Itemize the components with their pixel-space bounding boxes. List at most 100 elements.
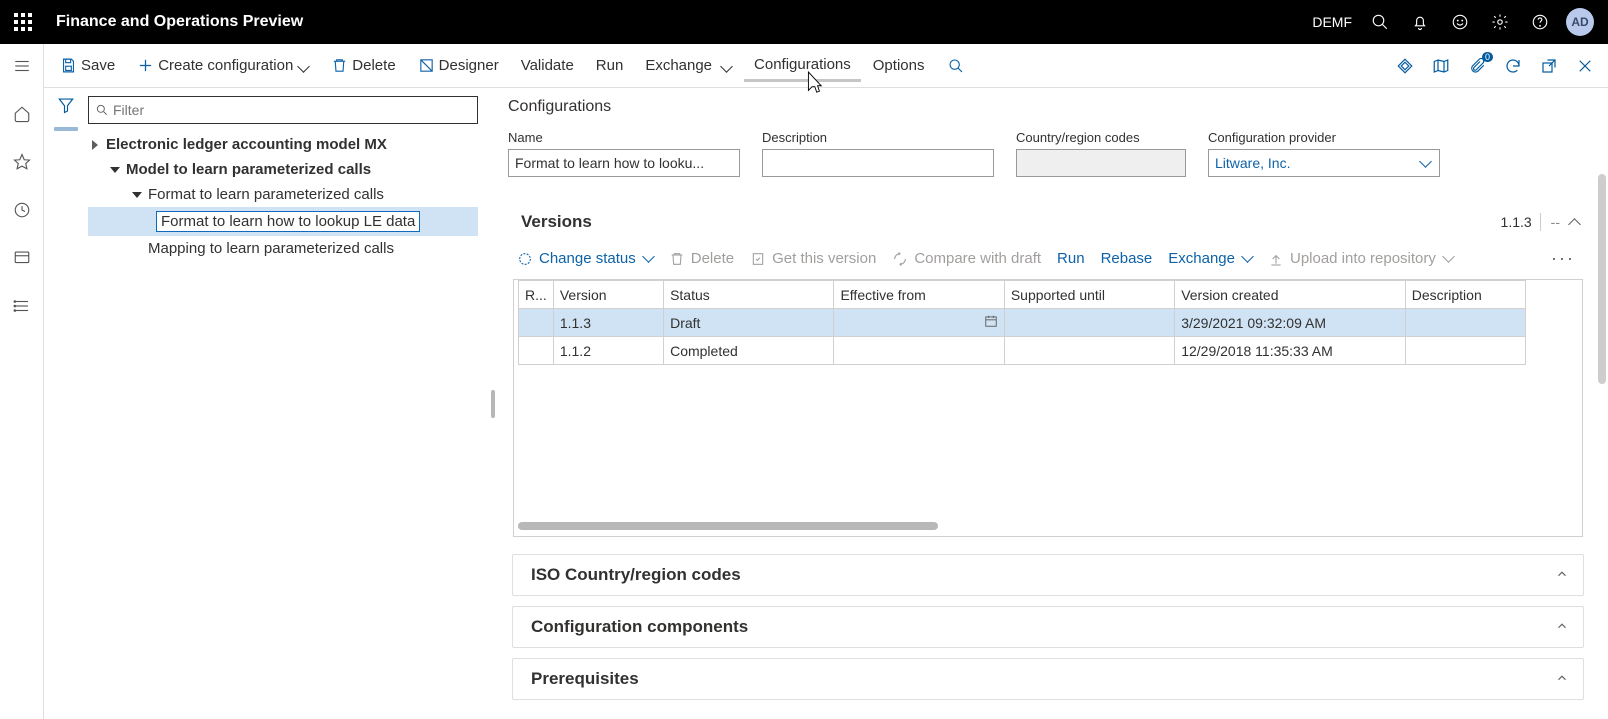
upload-repo-button: Upload into repository — [1268, 250, 1453, 267]
chevron-down-icon[interactable] — [1555, 619, 1569, 636]
components-section[interactable]: Configuration components — [512, 606, 1584, 648]
bell-icon[interactable] — [1400, 0, 1440, 44]
compare-button: Compare with draft — [892, 250, 1041, 267]
tree-node[interactable]: Format to learn parameterized calls — [88, 182, 478, 207]
create-label: Create configuration — [158, 57, 293, 74]
table-row[interactable]: 1.1.2 Completed 12/29/2018 11:35:33 AM — [519, 337, 1526, 365]
star-icon[interactable] — [6, 146, 38, 178]
prerequisites-section[interactable]: Prerequisites — [512, 658, 1584, 700]
map-icon[interactable] — [1424, 49, 1458, 83]
smile-icon[interactable] — [1440, 0, 1480, 44]
region-codes-label: Country/region codes — [1016, 130, 1186, 145]
table-row[interactable]: 1.1.3 Draft 3/29/2021 09:32:09 AM — [519, 309, 1526, 337]
description-label: Description — [762, 130, 994, 145]
delete-label: Delete — [352, 57, 395, 74]
search-icon[interactable] — [1360, 0, 1400, 44]
exchange-button[interactable]: Exchange — [635, 51, 742, 80]
detail-pane: Configurations Name Format to learn how … — [498, 88, 1608, 719]
designer-label: Designer — [439, 57, 499, 74]
chevron-down-icon — [1243, 250, 1252, 267]
filter-funnel-icon[interactable] — [57, 96, 75, 117]
change-status-button[interactable]: Change status — [517, 250, 653, 267]
nav-rail — [0, 44, 44, 719]
filter-rail — [44, 88, 88, 719]
name-field[interactable]: Format to learn how to looku... — [508, 149, 740, 177]
tree-filter-input[interactable] — [88, 96, 478, 124]
avatar[interactable]: AD — [1566, 8, 1594, 36]
tree-node[interactable]: Electronic ledger accounting model MX — [88, 132, 478, 157]
versions-toolbar: Change status Delete Get this version — [509, 242, 1587, 279]
run-button[interactable]: Run — [586, 51, 634, 80]
diamond-icon[interactable] — [1388, 49, 1422, 83]
close-icon[interactable] — [1568, 49, 1602, 83]
action-pane: Save Create configuration Delete Designe… — [44, 44, 1608, 88]
options-button[interactable]: Options — [863, 51, 935, 80]
col-desc[interactable]: Description — [1405, 281, 1525, 309]
attachments-icon[interactable]: 0 — [1460, 49, 1494, 83]
versions-meta: 1.1.3 — [1501, 214, 1532, 230]
vertical-scrollbar[interactable] — [1598, 174, 1606, 714]
caret-right-icon[interactable] — [90, 140, 100, 150]
tree-node-selected[interactable]: Format to learn how to lookup LE data — [88, 207, 478, 236]
rebase-button[interactable]: Rebase — [1101, 250, 1153, 267]
caret-down-icon[interactable] — [110, 167, 120, 173]
chevron-down-icon — [644, 250, 653, 267]
tree-node[interactable]: Mapping to learn parameterized calls — [88, 236, 478, 261]
iso-section[interactable]: ISO Country/region codes — [512, 554, 1584, 596]
versions-grid: R... Version Status Effective from Suppo… — [513, 279, 1583, 537]
popout-icon[interactable] — [1532, 49, 1566, 83]
version-exchange-button[interactable]: Exchange — [1168, 250, 1252, 267]
pane-splitter[interactable] — [488, 88, 498, 719]
save-button[interactable]: Save — [50, 51, 125, 80]
chevron-down-icon[interactable] — [1555, 567, 1569, 584]
app-launcher-icon[interactable] — [8, 7, 38, 37]
configuration-tree: Electronic ledger accounting model MX Mo… — [88, 132, 478, 261]
workspace-icon[interactable] — [6, 242, 38, 274]
col-version[interactable]: Version — [553, 281, 663, 309]
save-label: Save — [81, 57, 115, 74]
toolbar-search-icon[interactable] — [942, 58, 970, 74]
provider-label: Configuration provider — [1208, 130, 1440, 145]
col-created[interactable]: Version created — [1175, 281, 1406, 309]
company-picker[interactable]: DEMF — [1312, 14, 1352, 30]
col-supported[interactable]: Supported until — [1004, 281, 1174, 309]
chevron-down-icon — [1421, 155, 1433, 171]
caret-down-icon[interactable] — [132, 192, 142, 198]
col-effective[interactable]: Effective from — [834, 281, 1004, 309]
configuration-tree-pane: Electronic ledger accounting model MX Mo… — [88, 88, 488, 719]
chevron-up-icon[interactable] — [1570, 214, 1579, 230]
col-r[interactable]: R... — [519, 281, 554, 309]
version-delete-button: Delete — [669, 250, 734, 267]
calendar-icon[interactable] — [984, 314, 998, 331]
home-icon[interactable] — [6, 98, 38, 130]
provider-select[interactable]: Litware, Inc. — [1208, 149, 1440, 177]
recent-icon[interactable] — [6, 194, 38, 226]
page-title: Configurations — [508, 98, 1588, 116]
more-icon[interactable]: ··· — [1551, 248, 1579, 269]
versions-section-header[interactable]: Versions 1.1.3 -- — [509, 202, 1587, 242]
get-version-button: Get this version — [750, 250, 876, 267]
attachments-badge: 0 — [1482, 52, 1493, 62]
gear-icon[interactable] — [1480, 0, 1520, 44]
description-field[interactable] — [762, 149, 994, 177]
chevron-down-icon — [720, 60, 732, 72]
validate-button[interactable]: Validate — [511, 51, 584, 80]
versions-dash: -- — [1551, 214, 1560, 230]
configurations-tab[interactable]: Configurations — [744, 50, 861, 82]
create-configuration-button[interactable]: Create configuration — [127, 51, 319, 80]
help-icon[interactable] — [1520, 0, 1560, 44]
region-codes-field — [1016, 149, 1186, 177]
refresh-icon[interactable] — [1496, 49, 1530, 83]
version-run-button[interactable]: Run — [1057, 250, 1085, 267]
delete-button[interactable]: Delete — [321, 51, 405, 80]
chevron-down-icon[interactable] — [1555, 671, 1569, 688]
tree-node[interactable]: Model to learn parameterized calls — [88, 157, 478, 182]
col-status[interactable]: Status — [664, 281, 834, 309]
app-title: Finance and Operations Preview — [56, 13, 303, 31]
hamburger-icon[interactable] — [6, 50, 38, 82]
modules-icon[interactable] — [6, 290, 38, 322]
designer-button[interactable]: Designer — [408, 51, 509, 80]
horizontal-scrollbar[interactable] — [518, 522, 1578, 530]
tree-filter-field[interactable] — [113, 102, 471, 118]
chevron-down-icon — [1444, 250, 1453, 267]
